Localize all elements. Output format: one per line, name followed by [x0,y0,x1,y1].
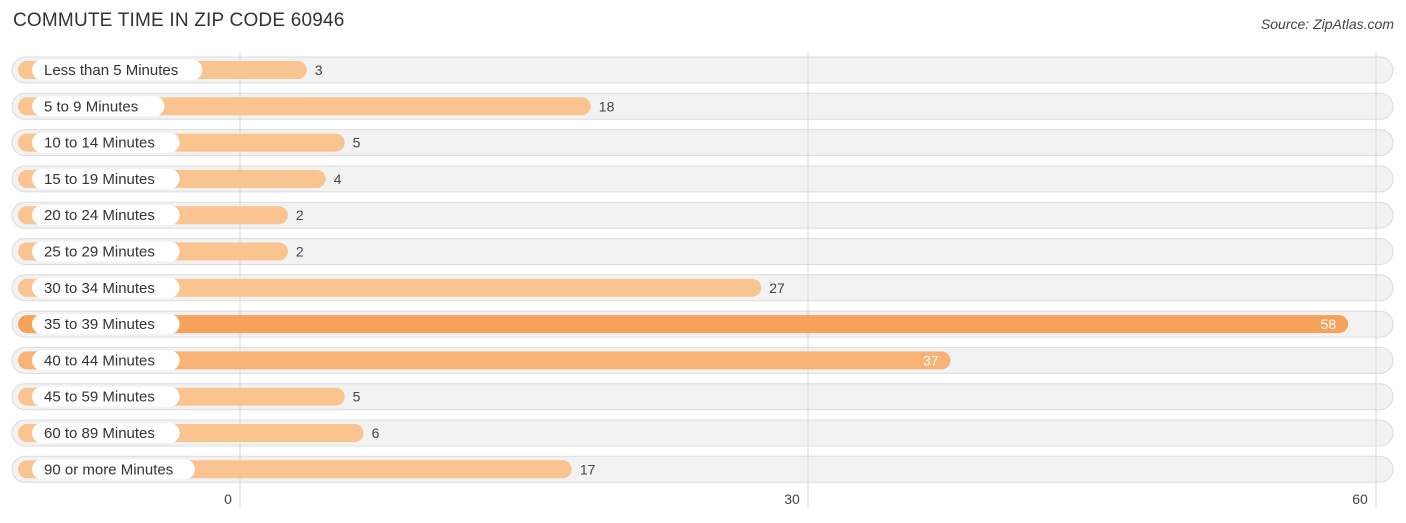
category-label: 45 to 59 Minutes [44,389,155,406]
bar[interactable] [18,315,1349,334]
value-label: 3 [315,62,323,78]
value-label: 58 [1321,316,1337,332]
value-label: 4 [334,171,342,187]
value-label: 17 [580,461,596,477]
category-label: 10 to 14 Minutes [44,135,155,152]
category-label: 5 to 9 Minutes [44,98,138,115]
value-label: 5 [353,135,361,151]
category-label: 25 to 29 Minutes [44,244,155,261]
value-label: 2 [296,207,304,223]
value-label: 37 [923,352,939,368]
bar-chart: Less than 5 Minutes 3 5 to 9 Minutes 18 10 t… [11,52,1394,508]
category-label: 15 to 19 Minutes [44,171,155,188]
value-label: 5 [353,389,361,405]
category-label: Less than 5 Minutes [44,62,178,79]
category-label: 60 to 89 Minutes [44,425,155,442]
value-label: 18 [599,98,615,114]
category-label: 35 to 39 Minutes [44,316,155,333]
category-label: 40 to 44 Minutes [44,352,155,369]
value-label: 2 [296,244,304,260]
x-tick-label: 60 [1352,491,1368,507]
category-label: 90 or more Minutes [44,461,173,478]
category-label: 20 to 24 Minutes [44,207,155,224]
x-tick-label: 30 [784,491,800,507]
x-tick-label: 0 [224,491,232,507]
category-label: 30 to 34 Minutes [44,280,155,297]
value-label: 27 [769,280,785,296]
value-label: 6 [372,425,380,441]
